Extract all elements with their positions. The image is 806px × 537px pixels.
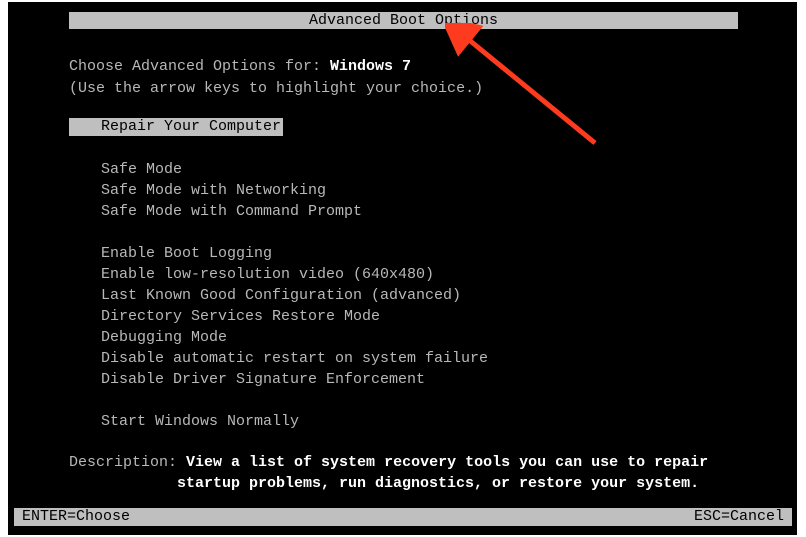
description-text-line2: startup problems, run diagnostics, or re… — [177, 475, 699, 492]
menu-item-disable-driver-sig[interactable]: Disable Driver Signature Enforcement — [101, 369, 488, 390]
menu-item-safe-mode[interactable]: Safe Mode — [101, 159, 488, 180]
description-text-line1: View a list of system recovery tools you… — [186, 454, 708, 471]
menu-item-start-normally[interactable]: Start Windows Normally — [101, 411, 488, 432]
menu-item-debugging-mode[interactable]: Debugging Mode — [101, 327, 488, 348]
menu-item-low-res-video[interactable]: Enable low-resolution video (640x480) — [101, 264, 488, 285]
description-label: Description: — [69, 454, 186, 471]
menu-item-safe-mode-networking[interactable]: Safe Mode with Networking — [101, 180, 488, 201]
menu-item-safe-mode-cmd[interactable]: Safe Mode with Command Prompt — [101, 201, 488, 222]
footer-enter-hint: ENTER=Choose — [22, 508, 130, 526]
os-name: Windows 7 — [330, 58, 411, 75]
menu-item-disable-auto-restart[interactable]: Disable automatic restart on system fail… — [101, 348, 488, 369]
menu-item-repair-your-computer[interactable]: Repair Your Computer — [69, 118, 283, 136]
intro-prefix: Choose Advanced Options for: — [69, 58, 330, 75]
menu-item-boot-logging[interactable]: Enable Boot Logging — [101, 243, 488, 264]
intro-text: Choose Advanced Options for: Windows 7 (… — [69, 56, 483, 100]
menu-item-last-known-good[interactable]: Last Known Good Configuration (advanced) — [101, 285, 488, 306]
boot-options-list: Safe Mode Safe Mode with Networking Safe… — [101, 159, 488, 432]
description: Description: View a list of system recov… — [69, 452, 708, 494]
title-bar: Advanced Boot Options — [69, 12, 738, 29]
footer-esc-hint: ESC=Cancel — [694, 508, 784, 526]
footer-bar: ENTER=Choose ESC=Cancel — [14, 508, 792, 526]
boot-screen: Advanced Boot Options Choose Advanced Op… — [8, 2, 797, 535]
intro-hint: (Use the arrow keys to highlight your ch… — [69, 78, 483, 100]
menu-item-ds-restore-mode[interactable]: Directory Services Restore Mode — [101, 306, 488, 327]
